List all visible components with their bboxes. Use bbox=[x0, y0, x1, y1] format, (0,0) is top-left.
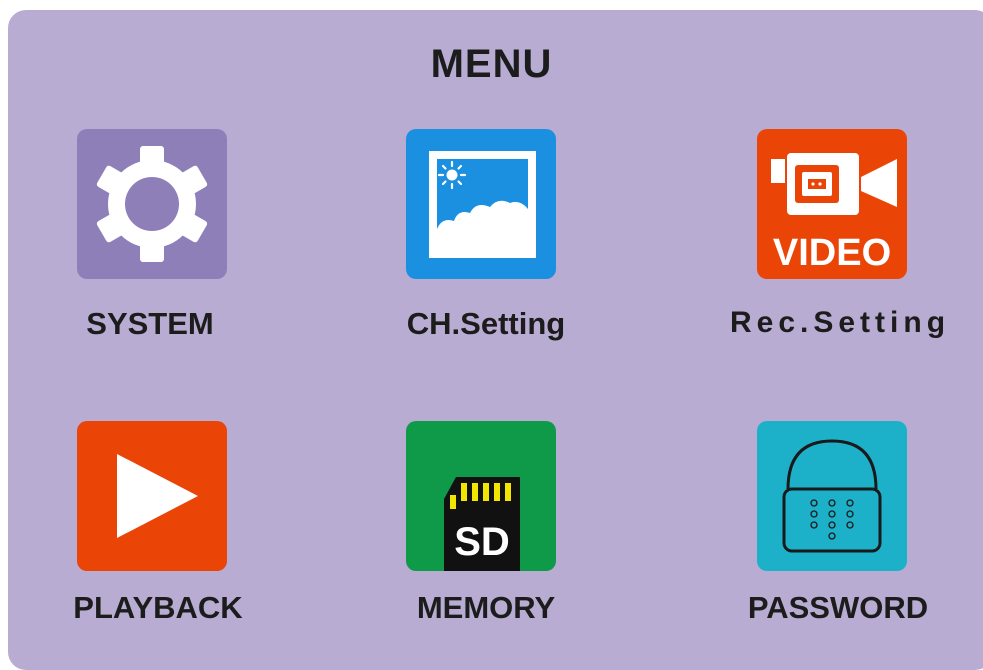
memory-label: MEMORY bbox=[416, 590, 556, 625]
video-icon-text: VIDEO bbox=[773, 232, 891, 274]
playback-button[interactable] bbox=[77, 421, 227, 571]
gear-icon bbox=[77, 129, 227, 279]
padlock-icon bbox=[757, 421, 907, 571]
ch-setting-button[interactable] bbox=[406, 129, 556, 279]
password-label: PASSWORD bbox=[747, 590, 929, 625]
password-button[interactable] bbox=[757, 421, 907, 571]
picture-icon bbox=[406, 129, 556, 279]
sd-icon-text: SD bbox=[454, 520, 510, 564]
rec-setting-label: Rec.Setting bbox=[729, 306, 951, 339]
video-camera-icon: VIDEO bbox=[757, 129, 907, 279]
play-icon bbox=[77, 421, 227, 571]
sd-card-icon: SD bbox=[406, 421, 556, 571]
playback-label: PLAYBACK bbox=[73, 590, 243, 625]
rec-setting-button[interactable]: VIDEO bbox=[757, 129, 907, 279]
system-button[interactable] bbox=[77, 129, 227, 279]
menu-title: MENU bbox=[430, 42, 553, 86]
memory-button[interactable]: SD bbox=[406, 421, 556, 571]
system-label: SYSTEM bbox=[86, 306, 214, 341]
ch-setting-label: CH.Setting bbox=[406, 306, 566, 341]
